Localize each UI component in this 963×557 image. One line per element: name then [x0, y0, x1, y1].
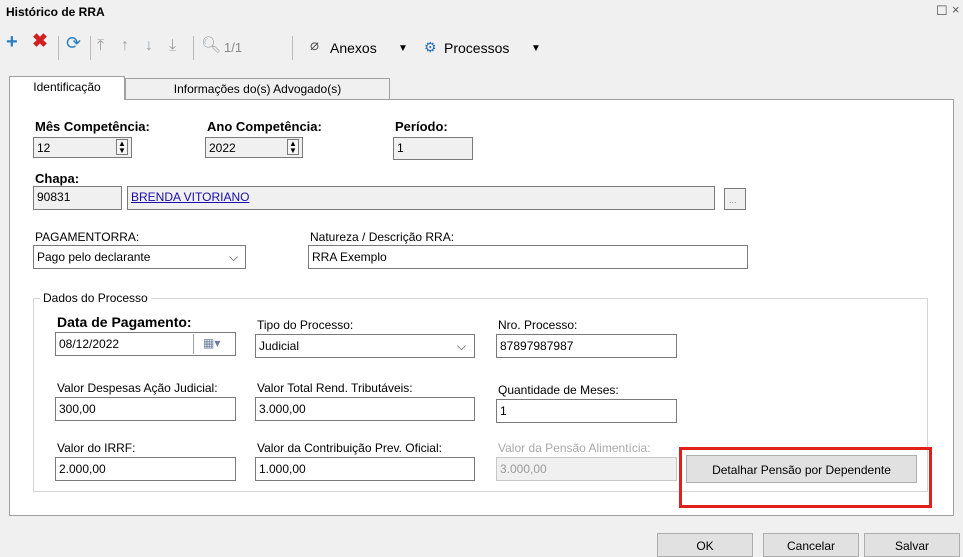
funcionario-link[interactable]: BRENDA VITORIANO [131, 190, 249, 204]
toolbar-separator [58, 36, 59, 60]
first-record-icon[interactable]: ⤒ [97, 38, 104, 54]
delete-icon[interactable]: ✖ [32, 32, 48, 51]
ano-competencia-label: Ano Competência: [207, 119, 322, 134]
save-button[interactable]: Salvar [864, 533, 960, 557]
pensao-label: Valor da Pensão Alimentícia: [498, 441, 651, 455]
funcionario-name-field: BRENDA VITORIANO [127, 186, 715, 210]
chapa-field[interactable]: 90831 [33, 186, 122, 210]
nro-processo-field[interactable]: 87897987987 [496, 334, 677, 358]
toolbar-separator [292, 36, 293, 60]
natureza-field[interactable]: RRA Exemplo [308, 245, 748, 269]
total-tributaveis-field[interactable]: 3.000,00 [255, 397, 475, 421]
cancel-button[interactable]: Cancelar [763, 533, 859, 557]
irrf-label: Valor do IRRF: [57, 441, 136, 455]
anexos-menu[interactable]: Anexos [330, 40, 377, 56]
paperclip-icon: ⌀ [310, 37, 320, 54]
pagamento-select[interactable]: Pago pelo declarante [33, 245, 246, 269]
previous-record-icon[interactable]: ↑ [121, 38, 129, 54]
highlight-box [679, 447, 932, 508]
tipo-processo-select[interactable]: Judicial [255, 334, 475, 358]
chevron-down-icon[interactable]: ⌵ [229, 250, 238, 265]
periodo-field[interactable]: 1 [393, 137, 473, 160]
contribuicao-label: Valor da Contribuição Prev. Oficial: [257, 441, 442, 455]
page-indicator: 1/1 [224, 40, 243, 55]
chevron-down-icon[interactable]: ▼ [531, 43, 541, 54]
window-title: Histórico de RRA [6, 5, 105, 19]
quantidade-meses-field[interactable]: 1 [496, 399, 677, 423]
nro-processo-label: Nro. Processo: [498, 318, 578, 332]
close-icon[interactable]: × [952, 2, 960, 17]
chevron-down-icon[interactable]: ▼ [398, 43, 408, 54]
tab-advogados[interactable]: Informações do(s) Advogado(s) [125, 78, 390, 100]
total-tributaveis-label: Valor Total Rend. Tributáveis: [257, 381, 413, 395]
ano-stepper-icon[interactable]: ▲ ▼ [287, 139, 299, 155]
pensao-field: 3.000,00 [496, 457, 677, 481]
title-bar [0, 0, 963, 25]
toolbar-separator [193, 36, 194, 60]
refresh-icon[interactable]: ⟳ [66, 34, 81, 52]
pagamento-label: PAGAMENTORRA: [35, 230, 140, 244]
processos-menu[interactable]: Processos [444, 40, 509, 56]
tipo-processo-label: Tipo do Processo: [257, 318, 354, 332]
mes-competencia-label: Mês Competência: [35, 119, 150, 134]
date-divider [193, 334, 194, 354]
despesas-field[interactable]: 300,00 [55, 397, 236, 421]
tab-identificacao[interactable]: Identificação [9, 76, 125, 100]
search-icon[interactable]: 🔍︎ [201, 38, 221, 54]
dados-processo-legend: Dados do Processo [40, 291, 151, 305]
toolbar-separator [90, 36, 91, 60]
add-icon[interactable]: + [6, 32, 18, 52]
gear-icon: ⚙ [424, 39, 437, 55]
natureza-label: Natureza / Descrição RRA: [310, 230, 455, 244]
calendar-icon[interactable]: ▦▾ [203, 336, 220, 350]
irrf-field[interactable]: 2.000,00 [55, 457, 236, 481]
contribuicao-field[interactable]: 1.000,00 [255, 457, 475, 481]
despesas-label: Valor Despesas Ação Judicial: [57, 381, 218, 395]
last-record-icon[interactable]: ⤓ [169, 38, 176, 54]
chapa-label: Chapa: [35, 171, 80, 186]
lookup-button[interactable]: ... [724, 188, 746, 210]
data-pagamento-label: Data de Pagamento: [57, 314, 192, 330]
maximize-icon[interactable]: ☐ [936, 3, 948, 19]
chevron-down-icon[interactable]: ⌵ [457, 339, 466, 354]
quantidade-meses-label: Quantidade de Meses: [498, 383, 619, 397]
ok-button[interactable]: OK [657, 533, 753, 557]
periodo-label: Período: [395, 119, 448, 134]
next-record-icon[interactable]: ↓ [145, 38, 153, 54]
mes-stepper-icon[interactable]: ▲ ▼ [116, 139, 128, 155]
toolbar: + ✖ ⟳ ⤒ ↑ ↓ ⤓ 🔍︎ 1/1 ⌀ Anexos ▼ ⚙ Proces… [0, 30, 963, 64]
